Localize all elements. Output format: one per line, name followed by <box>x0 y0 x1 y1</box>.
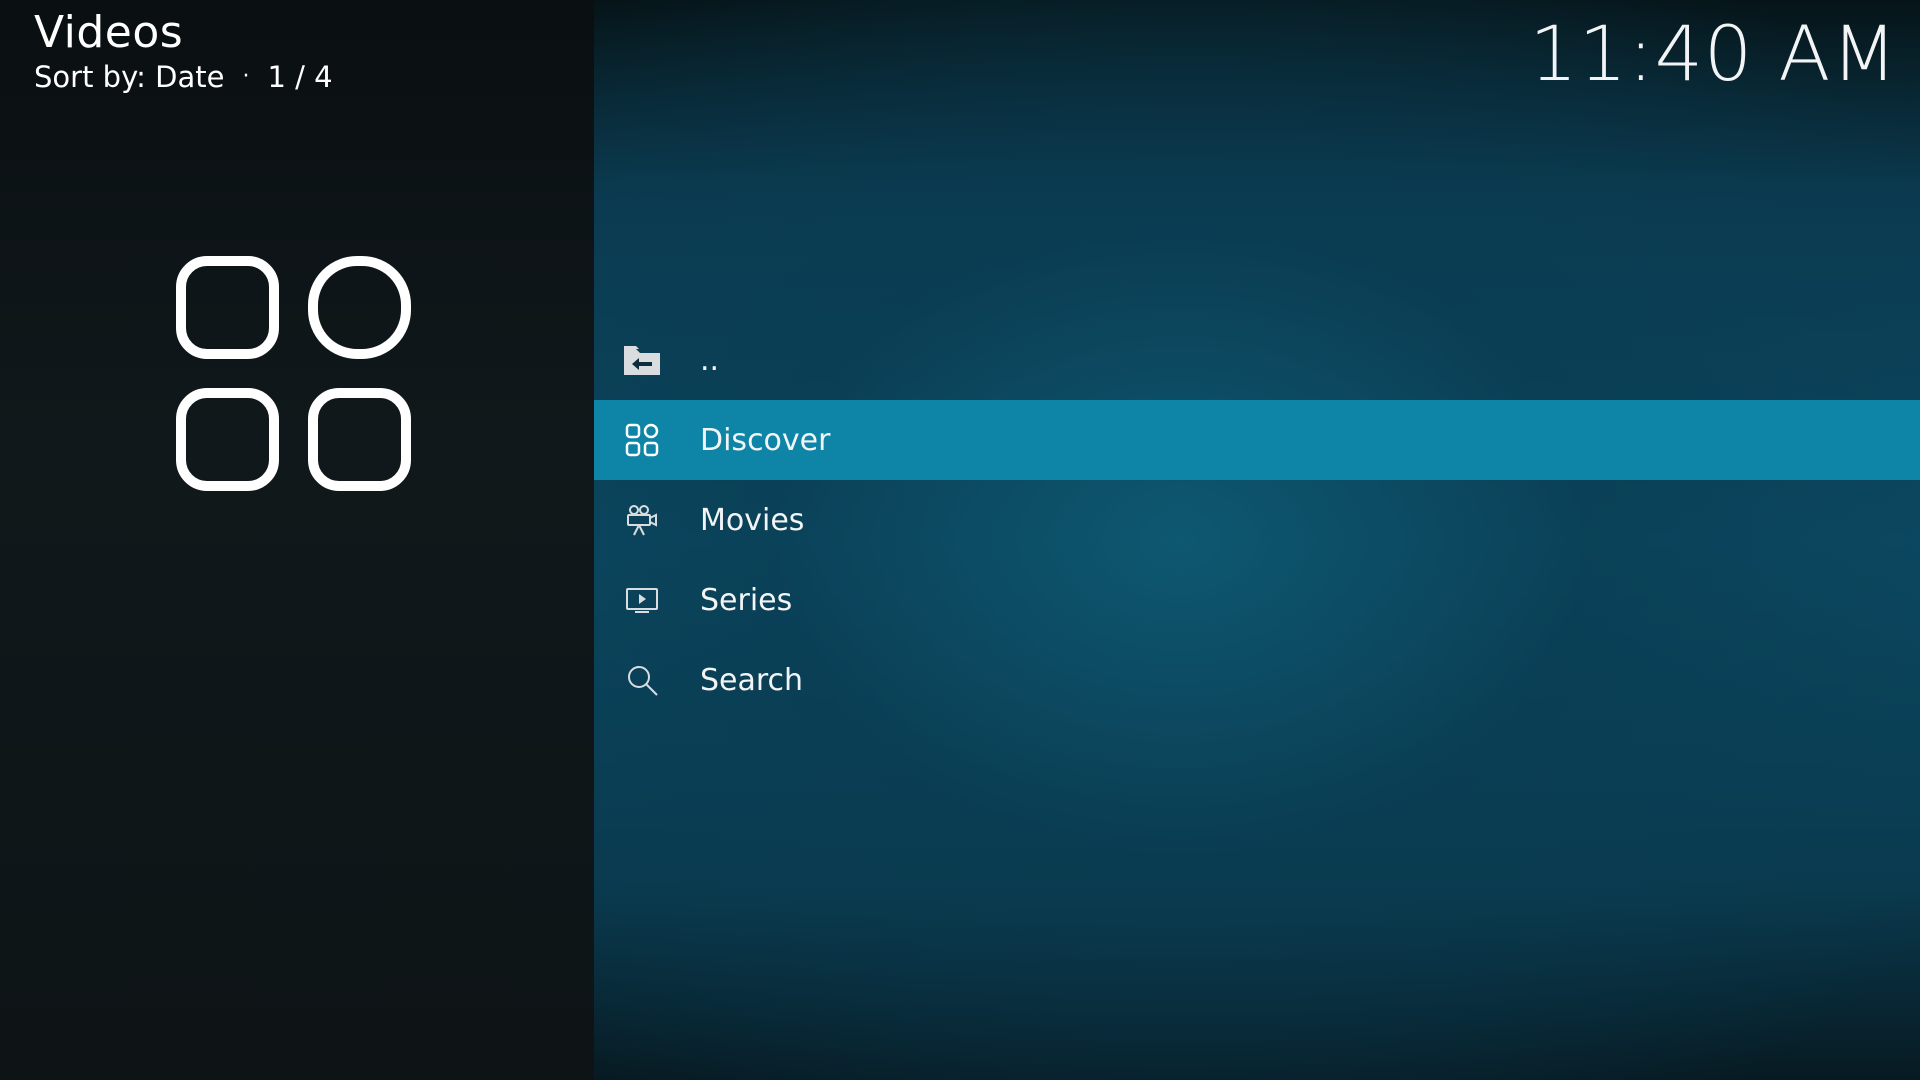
list-item-label: .. <box>700 342 720 378</box>
list-item-label: Discover <box>700 422 831 458</box>
list-item-search[interactable]: Search <box>594 640 1920 720</box>
separator: · <box>242 64 250 89</box>
sort-info: Sort by: Date · 1 / 4 <box>34 60 333 94</box>
tv-play-icon <box>620 578 664 622</box>
header: Videos Sort by: Date · 1 / 4 <box>34 6 333 94</box>
list-item-movies[interactable]: Movies <box>594 480 1920 560</box>
list-item-parent[interactable]: .. <box>594 320 1920 400</box>
list-item-label: Series <box>700 582 793 618</box>
menu-list: .. Discover Movies Series Search <box>594 320 1920 720</box>
list-item-label: Search <box>700 662 804 698</box>
list-item-series[interactable]: Series <box>594 560 1920 640</box>
list-item-discover[interactable]: Discover <box>594 400 1920 480</box>
list-item-label: Movies <box>700 502 805 538</box>
clock: 11:40 AM <box>1529 9 1898 98</box>
item-position: 1 / 4 <box>267 60 333 94</box>
parent-folder-icon <box>620 338 664 382</box>
kodi-screen: Videos Sort by: Date · 1 / 4 11:40 AM .. <box>0 0 1920 1080</box>
left-panel <box>0 0 594 1080</box>
sort-label: Sort by: Date <box>34 60 225 94</box>
discover-grid-icon <box>176 256 411 491</box>
discover-grid-icon <box>620 418 664 462</box>
movie-camera-icon <box>620 498 664 542</box>
search-icon <box>620 658 664 702</box>
page-title: Videos <box>34 7 184 58</box>
